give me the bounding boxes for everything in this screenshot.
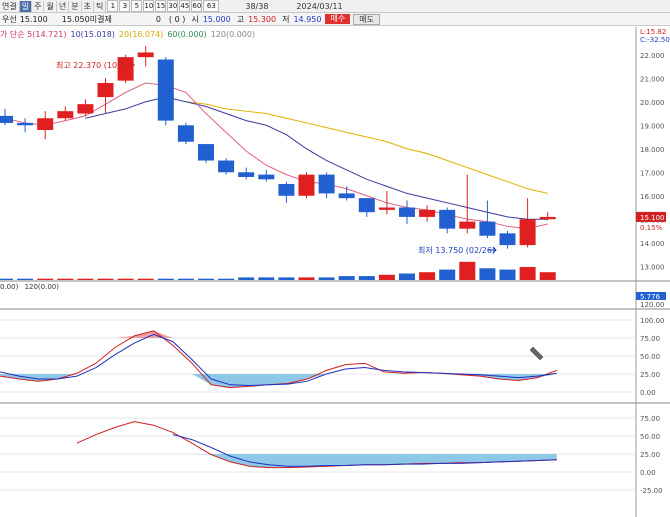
volume-bar xyxy=(137,278,154,280)
volume-bar xyxy=(57,278,74,280)
candle-body xyxy=(137,52,154,58)
volume-bar xyxy=(238,277,255,280)
current-pct-label: 0.15% xyxy=(640,224,663,232)
candle-body xyxy=(338,193,355,199)
candle-body xyxy=(399,207,415,217)
price-tick-label: 20.000 xyxy=(640,99,665,107)
candle-body xyxy=(318,174,335,194)
pencil-icon xyxy=(529,346,544,361)
candle-body xyxy=(539,216,556,220)
osc2-tick-label: 75.00 xyxy=(640,415,660,423)
volume-bar xyxy=(218,278,235,280)
price-tick-label: 17.000 xyxy=(640,169,665,177)
chart-canvas[interactable]: 22.000 21.000 20.000 19.000 18.000 17.000 16.0… xyxy=(0,0,670,517)
low-annotation: 최저 13.750 (02/26) xyxy=(418,245,495,255)
volume-bar xyxy=(419,272,436,280)
candle-body xyxy=(17,122,34,126)
candle-body xyxy=(198,144,214,161)
price-tick-label: 19.000 xyxy=(640,122,665,130)
candle-body xyxy=(37,118,54,130)
osc2-tick-label: 0.00 xyxy=(640,469,656,477)
volume-bar xyxy=(77,278,94,280)
osc2-tick-label: 50.00 xyxy=(640,433,660,441)
candle-body xyxy=(157,59,174,121)
osc1-tick-label: 50.00 xyxy=(640,353,660,361)
volume-bar xyxy=(0,278,13,280)
osc2-tick-label: 25.00 xyxy=(640,451,660,459)
volume-bar xyxy=(298,277,315,280)
candle-body xyxy=(358,198,375,213)
volume-bar xyxy=(439,269,456,280)
price-tick-label: 22.000 xyxy=(640,52,665,60)
volume-bar xyxy=(519,267,536,280)
volume-bar xyxy=(177,278,194,280)
candle-body xyxy=(519,219,536,246)
osc1-overbought-fill xyxy=(0,330,557,338)
volume-bar xyxy=(97,278,114,280)
volume-bar xyxy=(399,273,415,280)
osc1-tick-label: 75.00 xyxy=(640,335,660,343)
volume-bar xyxy=(258,277,275,280)
volume-bar xyxy=(338,276,355,280)
osc1-tick-label: 0.00 xyxy=(640,389,656,397)
candle-body xyxy=(97,82,114,98)
volume-axis-label: 120.00 xyxy=(640,301,665,309)
price-tick-label: 21.000 xyxy=(640,75,665,83)
volume-bar xyxy=(278,277,295,280)
ma10-line xyxy=(85,96,548,220)
volume-bar xyxy=(157,278,174,280)
candle-body xyxy=(459,221,476,229)
volume-bar xyxy=(539,272,556,280)
candle-body xyxy=(238,172,255,177)
current-price-label: 15.100 xyxy=(640,214,665,222)
volume-bar xyxy=(459,261,476,280)
candle-body xyxy=(258,174,275,180)
candle-body xyxy=(378,207,395,210)
volume-bar xyxy=(17,278,34,280)
price-tick-label: 13.000 xyxy=(640,263,665,271)
high-annotation: 최고 22.370 (10/23) xyxy=(56,60,133,70)
candle-body xyxy=(77,104,94,114)
osc1-tick-label: 25.00 xyxy=(640,371,660,379)
volume-bar xyxy=(479,268,496,280)
osc1-tick-label: 100.00 xyxy=(640,317,665,325)
volume-axis-label: 5.776 xyxy=(640,293,661,301)
volume-bar xyxy=(117,278,134,280)
candle-body xyxy=(499,233,516,246)
candle-body xyxy=(419,209,436,217)
candle-body xyxy=(278,184,295,196)
price-tick-label: 14.000 xyxy=(640,240,665,248)
price-tick-label: 16.000 xyxy=(640,193,665,201)
volume-bar xyxy=(378,274,395,280)
candle-body xyxy=(439,209,456,229)
osc2-tick-label: -25.00 xyxy=(640,487,663,495)
volume-bar xyxy=(198,278,214,280)
price-tick-label: 18.000 xyxy=(640,146,665,154)
candle-body xyxy=(479,221,496,236)
volume-bar xyxy=(499,269,516,280)
candle-body xyxy=(57,111,74,119)
candle-body xyxy=(218,160,235,173)
candle-body xyxy=(177,125,194,142)
price-top-label: L:15.82 xyxy=(640,28,666,36)
candle-body xyxy=(298,174,315,196)
volume-bar xyxy=(37,278,54,280)
candle-body xyxy=(0,115,13,123)
volume-bar xyxy=(318,277,335,280)
volume-bar xyxy=(358,276,375,280)
price-top-label: C:-32.50 xyxy=(640,36,670,44)
